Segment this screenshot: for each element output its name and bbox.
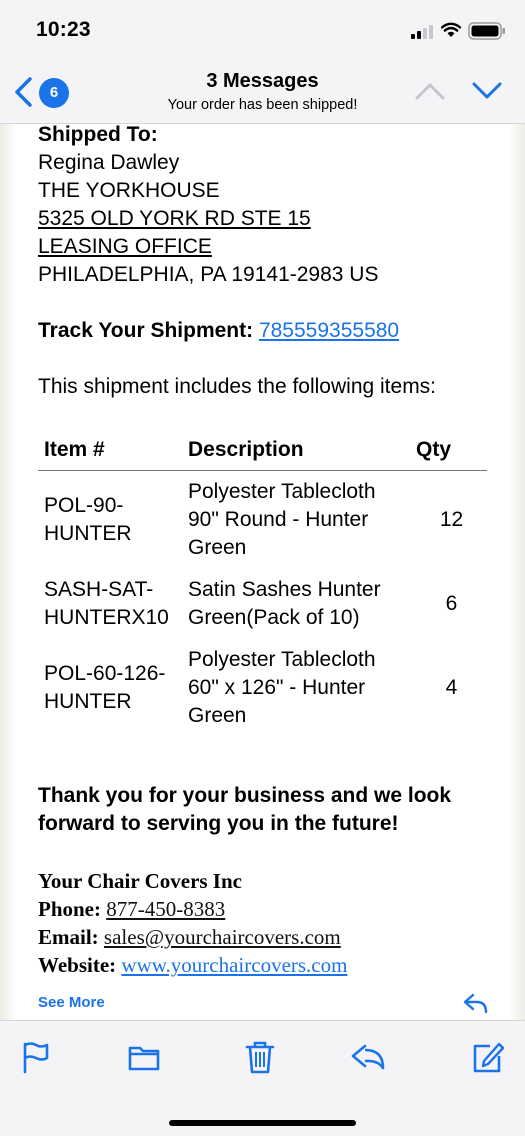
thread-subject: Your order has been shipped! — [167, 97, 358, 113]
items-intro: This shipment includes the following ite… — [38, 375, 437, 398]
table-header-row: Item # Description Qty — [38, 430, 487, 471]
website-label: Website: — [38, 953, 117, 977]
company-name: Your Chair Covers Inc — [38, 869, 242, 893]
message-nav-bar: 6 3 Messages Your order has been shipped… — [0, 60, 525, 124]
thank-you-line-2: forward to serving you in the future! — [38, 812, 399, 835]
email-link[interactable]: sales@yourchaircovers.com — [104, 925, 341, 949]
description-part: 90" Round - Hunter — [188, 507, 369, 531]
trash-icon[interactable] — [242, 1039, 278, 1075]
tracking-line: Track Your Shipment: 785559355580 — [38, 319, 399, 343]
status-time: 10:23 — [36, 18, 91, 41]
home-indicator — [169, 1120, 356, 1126]
description-part: Green — [188, 703, 247, 727]
cellular-signal-icon — [411, 25, 433, 39]
address-street[interactable]: 5325 OLD YORK RD STE 15 — [38, 207, 311, 231]
table-row: POL-60-126- HUNTER Polyester Tablecloth 60… — [38, 639, 487, 737]
shipped-to-heading: Shipped To: — [38, 124, 158, 146]
address-city: PHILADELPHIA, PA 19141-2983 US — [38, 263, 379, 286]
description-part: Satin Sashes Hunter — [188, 577, 381, 601]
recipient-company: THE YORKHOUSE — [38, 179, 220, 202]
compose-icon[interactable] — [470, 1039, 506, 1075]
reply-icon[interactable] — [350, 1039, 386, 1075]
header-description: Description — [188, 430, 416, 471]
battery-icon — [468, 22, 505, 40]
item-number-cell: POL-90- HUNTER — [38, 470, 188, 569]
qty-cell: 12 — [439, 507, 464, 531]
thread-title: 3 Messages — [206, 70, 319, 92]
tracking-label: Track Your Shipment: — [38, 319, 254, 342]
item-number-part: SASH-SAT- — [44, 577, 154, 601]
items-table: Item # Description Qty POL-90- HUNTER Pol… — [38, 430, 487, 737]
item-number-cell: POL-60-126- HUNTER — [38, 639, 188, 737]
item-number-part: POL-60-126- — [44, 661, 166, 685]
qty-cell: 6 — [445, 591, 458, 615]
item-number-part: HUNTERX10 — [44, 605, 169, 629]
website-link[interactable]: www.yourchaircovers.com — [121, 953, 347, 977]
description-cell: Polyester Tablecloth 60" x 126" - Hunter G… — [188, 639, 416, 737]
status-bar: 10:23 — [0, 0, 525, 60]
header-qty: Qty — [416, 430, 487, 471]
company-phone-line: Phone: 877-450-8383 — [38, 897, 225, 922]
item-number-part: HUNTER — [44, 521, 132, 545]
item-number-part: POL-90- — [44, 493, 124, 517]
message-body[interactable]: Shipped To: Regina Dawley THE YORKHOUSE … — [0, 124, 525, 1020]
previous-message-chevron-icon[interactable] — [414, 80, 446, 102]
table-row: POL-90- HUNTER Polyester Tablecloth 90" Ro… — [38, 470, 487, 569]
phone-label: Phone: — [38, 897, 101, 921]
reply-icon[interactable] — [463, 992, 489, 1014]
description-part: Polyester Tablecloth — [188, 479, 376, 503]
wifi-icon — [441, 22, 461, 37]
description-part: Green(Pack of 10) — [188, 605, 360, 629]
flag-icon[interactable] — [18, 1039, 54, 1075]
left-margin — [0, 124, 14, 1020]
bottom-toolbar — [0, 1020, 525, 1136]
description-part: Green — [188, 535, 247, 559]
tracking-number-link[interactable]: 785559355580 — [259, 319, 399, 342]
recipient-name: Regina Dawley — [38, 151, 180, 174]
table-row: SASH-SAT- HUNTERX10 Satin Sashes Hunter Gr… — [38, 569, 487, 639]
see-more-button[interactable]: See More — [38, 994, 105, 1011]
thank-you-line-1: Thank you for your business and we look — [38, 784, 452, 807]
qty-cell: 4 — [445, 675, 458, 699]
company-website-line: Website: www.yourchaircovers.com — [38, 953, 347, 978]
next-message-chevron-icon[interactable] — [471, 80, 503, 102]
company-email-line: Email: sales@yourchaircovers.com — [38, 925, 341, 950]
folder-icon[interactable] — [126, 1039, 162, 1075]
header-item: Item # — [38, 430, 188, 471]
description-part: 60" x 126" - Hunter — [188, 675, 366, 699]
address-suite[interactable]: LEASING OFFICE — [38, 235, 212, 259]
description-cell: Polyester Tablecloth 90" Round - Hunter Gr… — [188, 470, 416, 569]
item-number-cell: SASH-SAT- HUNTERX10 — [38, 569, 188, 639]
item-number-part: HUNTER — [44, 689, 132, 713]
email-label: Email: — [38, 925, 99, 949]
right-margin — [511, 124, 525, 1020]
description-cell: Satin Sashes Hunter Green(Pack of 10) — [188, 569, 416, 639]
phone-link[interactable]: 877-450-8383 — [106, 897, 225, 921]
description-part: Polyester Tablecloth — [188, 647, 376, 671]
